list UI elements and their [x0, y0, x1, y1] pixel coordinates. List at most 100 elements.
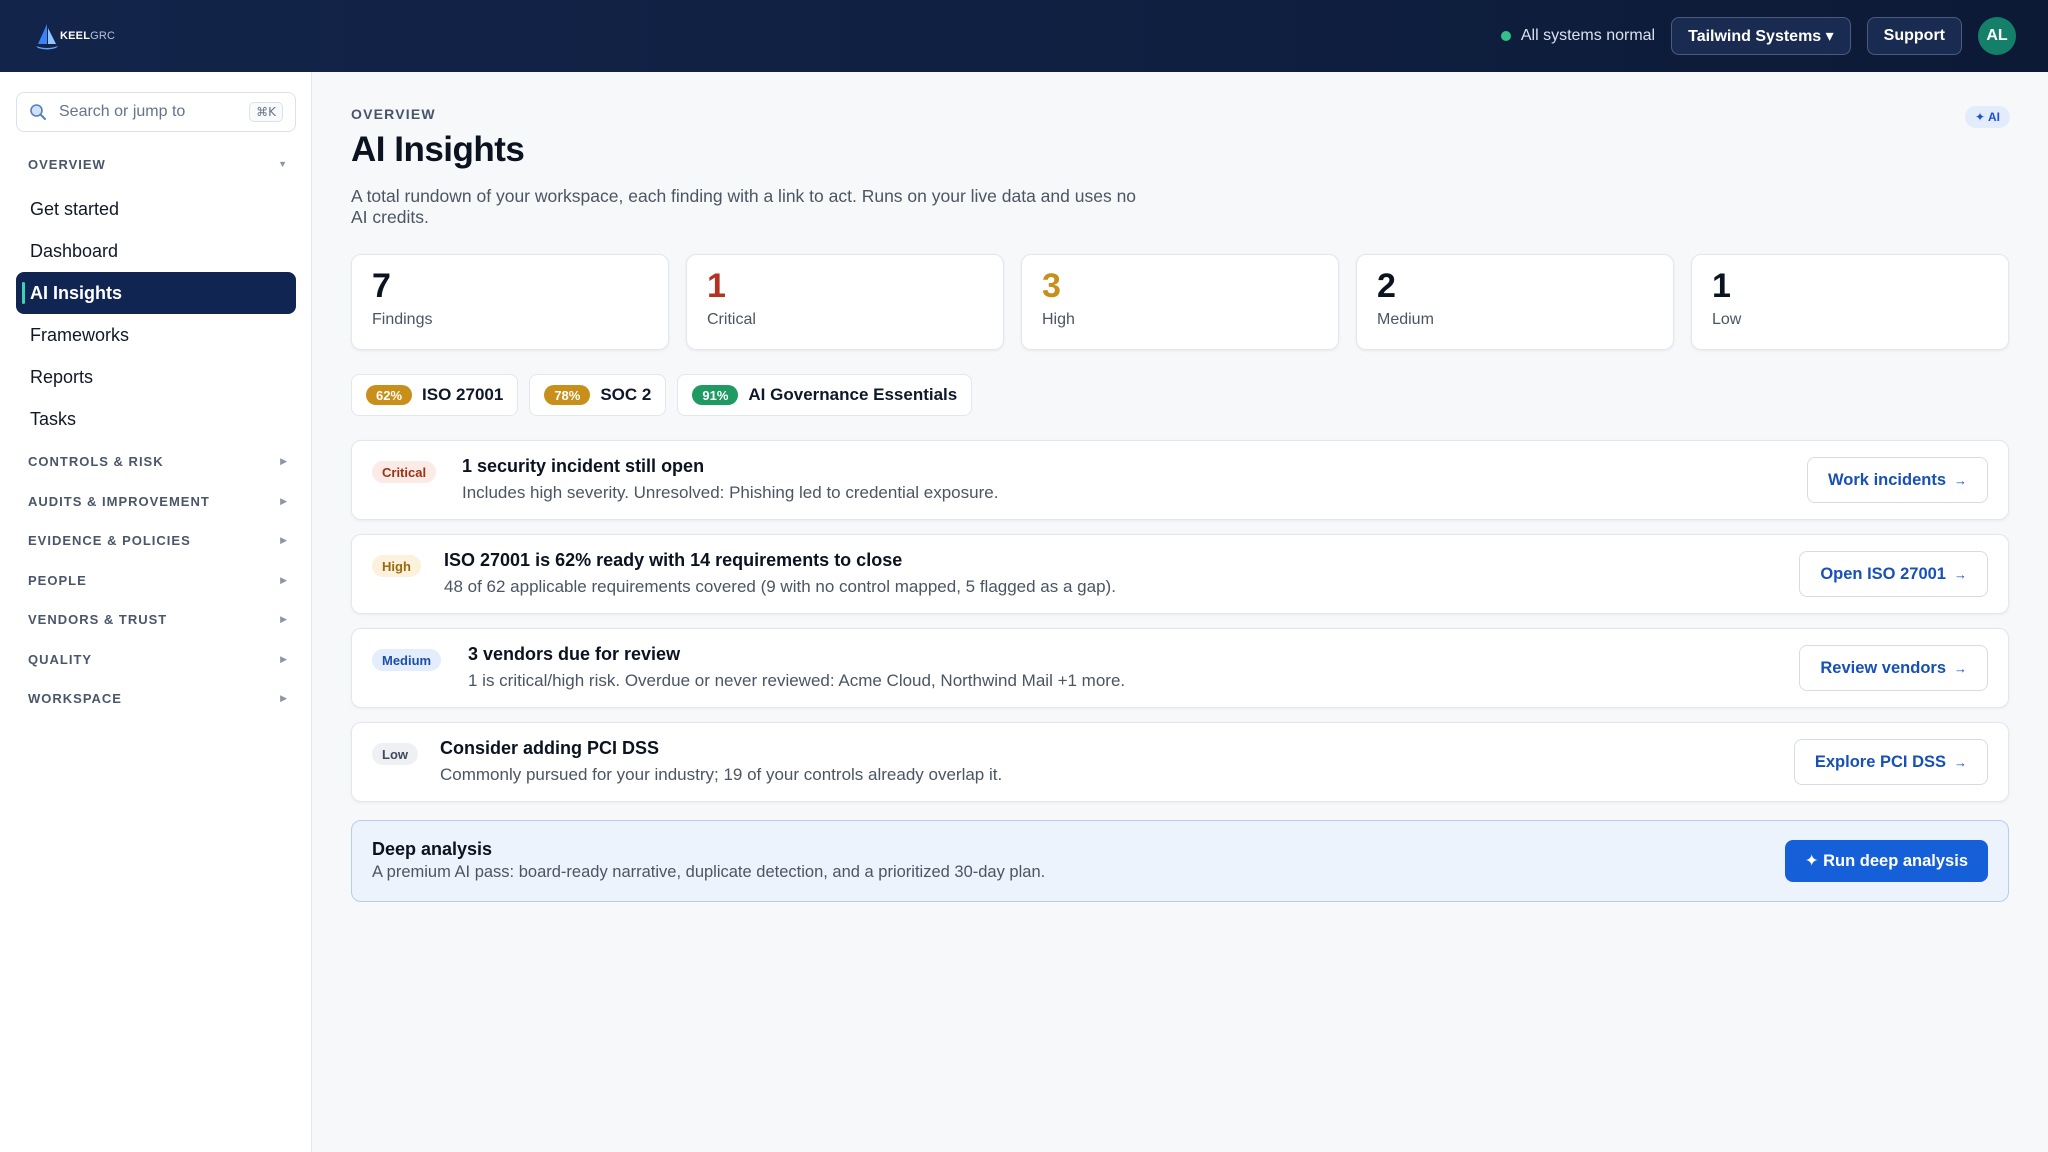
finding-card-medium: Medium 3 vendors due for review 1 is cri…	[351, 628, 2009, 708]
button-label: Explore PCI DSS	[1814, 752, 1946, 771]
finding-card-critical: Critical 1 security incident still open …	[351, 440, 2009, 520]
stat-value: 1	[1712, 267, 1731, 305]
search-input[interactable]: Search or jump to ⌘K	[16, 92, 296, 132]
deep-analysis-title: Deep analysis	[372, 839, 493, 859]
sidebar-item-reports[interactable]: Reports	[16, 356, 296, 398]
sidebar-item-ai-insights[interactable]: AI Insights	[16, 272, 296, 314]
finding-card-low: Low Consider adding PCI DSS Commonly pur…	[351, 722, 2009, 802]
page-subtitle: A total rundown of your workspace, each …	[351, 186, 1137, 227]
chevron-right-icon: ▶	[280, 455, 288, 466]
chevron-right-icon: ▶	[280, 613, 288, 624]
nav-section-label: QUALITY	[28, 651, 93, 667]
stat-value: 7	[372, 267, 391, 305]
finding-title: 3 vendors due for review	[468, 644, 681, 664]
stats-row: 7 Findings 1 Critical 3 High 2 Medium 1 …	[351, 254, 2009, 350]
nav-section-label: WORKSPACE	[28, 690, 122, 706]
sidebar-item-frameworks[interactable]: Frameworks	[16, 314, 296, 356]
finding-card-high: High ISO 27001 is 62% ready with 14 requ…	[351, 534, 2009, 614]
framework-chip-iso-27001[interactable]: 62% ISO 27001	[351, 374, 519, 416]
chevron-down-icon: ▼	[278, 159, 288, 169]
nav-section-label: PEOPLE	[28, 572, 87, 588]
chevron-right-icon: ▶	[280, 692, 288, 703]
user-avatar[interactable]: AL	[1978, 17, 2016, 55]
finding-title: 1 security incident still open	[462, 456, 705, 476]
arrow-right-icon: →	[1954, 472, 1967, 488]
framework-chip-soc-2[interactable]: 78% SOC 2	[529, 374, 667, 416]
readiness-badge: 78%	[544, 385, 591, 405]
main-content: OVERVIEW ✦ AI AI Insights A total rundow…	[313, 72, 2048, 1152]
nav-section-label: OVERVIEW	[28, 156, 106, 172]
stat-label: Medium	[1377, 311, 1434, 328]
finding-description: 48 of 62 applicable requirements covered…	[444, 577, 1116, 596]
nav-section-controls-risk[interactable]: CONTROLS & RISK ▶	[28, 451, 288, 471]
nav-section-workspace[interactable]: WORKSPACE ▶	[28, 688, 288, 708]
explore-pci-dss-button[interactable]: Explore PCI DSS →	[1793, 739, 1988, 785]
sidebar-item-tasks[interactable]: Tasks	[16, 398, 296, 440]
review-vendors-button[interactable]: Review vendors →	[1799, 645, 1988, 691]
stat-card-critical: 1 Critical	[686, 254, 1004, 350]
stat-label: Low	[1712, 311, 1742, 328]
framework-chips: 62% ISO 27001 78% SOC 2 91% AI Governanc…	[351, 374, 973, 416]
framework-chip-ai-governance[interactable]: 91% AI Governance Essentials	[677, 374, 973, 416]
nav-section-vendors-trust[interactable]: VENDORS & TRUST ▶	[28, 609, 288, 629]
status-dot-icon	[1500, 31, 1511, 41]
chevron-right-icon: ▶	[280, 534, 288, 545]
stat-card-findings: 7 Findings	[351, 254, 669, 350]
chevron-right-icon: ▶	[280, 574, 288, 585]
nav-section-audits-improvement[interactable]: AUDITS & IMPROVEMENT ▶	[28, 491, 288, 511]
finding-description: Commonly pursued for your industry; 19 o…	[440, 765, 1003, 784]
stat-card-high: 3 High	[1021, 254, 1339, 350]
sidebar-item-dashboard[interactable]: Dashboard	[16, 230, 296, 272]
search-shortcut: ⌘K	[249, 102, 283, 122]
nav-section-overview[interactable]: OVERVIEW ▼	[28, 154, 288, 174]
deep-analysis-description: A premium AI pass: board-ready narrative…	[372, 863, 1046, 881]
stat-value: 2	[1377, 267, 1396, 305]
button-label: Work incidents	[1828, 470, 1946, 489]
severity-badge: Medium	[372, 649, 442, 671]
severity-badge: Low	[372, 743, 418, 765]
finding-title: ISO 27001 is 62% ready with 14 requireme…	[444, 550, 903, 570]
open-iso-27001-button[interactable]: Open ISO 27001 →	[1799, 551, 1988, 597]
page-title: AI Insights	[351, 130, 525, 169]
top-bar: KEELGRC All systems normal Tailwind Syst…	[0, 0, 2048, 72]
button-label: Review vendors	[1820, 658, 1946, 677]
search-placeholder: Search or jump to	[59, 103, 186, 120]
stat-label: Findings	[372, 311, 433, 328]
severity-badge: High	[372, 555, 421, 577]
support-button[interactable]: Support	[1866, 17, 1962, 55]
nav-section-label: VENDORS & TRUST	[28, 611, 168, 627]
arrow-right-icon: →	[1954, 660, 1967, 676]
stat-value: 1	[707, 267, 726, 305]
arrow-right-icon: →	[1954, 566, 1967, 582]
search-icon	[30, 104, 46, 120]
sail-logo-icon	[36, 24, 58, 50]
sidebar: Search or jump to ⌘K OVERVIEW ▼ Get star…	[0, 72, 312, 1152]
system-status: All systems normal	[1500, 27, 1656, 45]
finding-description: Includes high severity. Unresolved: Phis…	[462, 483, 999, 502]
framework-name: ISO 27001	[422, 385, 504, 404]
status-text: All systems normal	[1520, 27, 1656, 44]
nav-section-people[interactable]: PEOPLE ▶	[28, 570, 288, 590]
stat-value: 3	[1042, 267, 1061, 305]
brand-name: KEELGRC	[60, 30, 116, 42]
stat-label: High	[1042, 311, 1075, 328]
deep-analysis-panel: Deep analysis A premium AI pass: board-r…	[351, 820, 2009, 902]
work-incidents-button[interactable]: Work incidents →	[1807, 457, 1988, 503]
nav-section-quality[interactable]: QUALITY ▶	[28, 649, 288, 669]
nav-section-label: CONTROLS & RISK	[28, 453, 164, 469]
button-label: Open ISO 27001	[1820, 564, 1946, 583]
breadcrumb: OVERVIEW	[351, 106, 436, 122]
brand-logo[interactable]: KEELGRC	[34, 22, 115, 50]
chevron-right-icon: ▶	[280, 653, 288, 664]
nav-section-label: AUDITS & IMPROVEMENT	[28, 493, 210, 509]
finding-title: Consider adding PCI DSS	[440, 738, 660, 758]
sidebar-item-get-started[interactable]: Get started	[16, 188, 296, 230]
nav-section-evidence-policies[interactable]: EVIDENCE & POLICIES ▶	[28, 530, 288, 550]
severity-badge: Critical	[372, 461, 437, 483]
org-switcher-button[interactable]: Tailwind Systems ▾	[1671, 17, 1851, 55]
finding-description: 1 is critical/high risk. Overdue or neve…	[468, 671, 1126, 690]
ai-badge: ✦ AI	[1965, 106, 2010, 128]
stat-card-low: 1 Low	[1691, 254, 2009, 350]
framework-name: AI Governance Essentials	[748, 385, 958, 404]
run-deep-analysis-button[interactable]: ✦ Run deep analysis	[1784, 840, 1988, 882]
